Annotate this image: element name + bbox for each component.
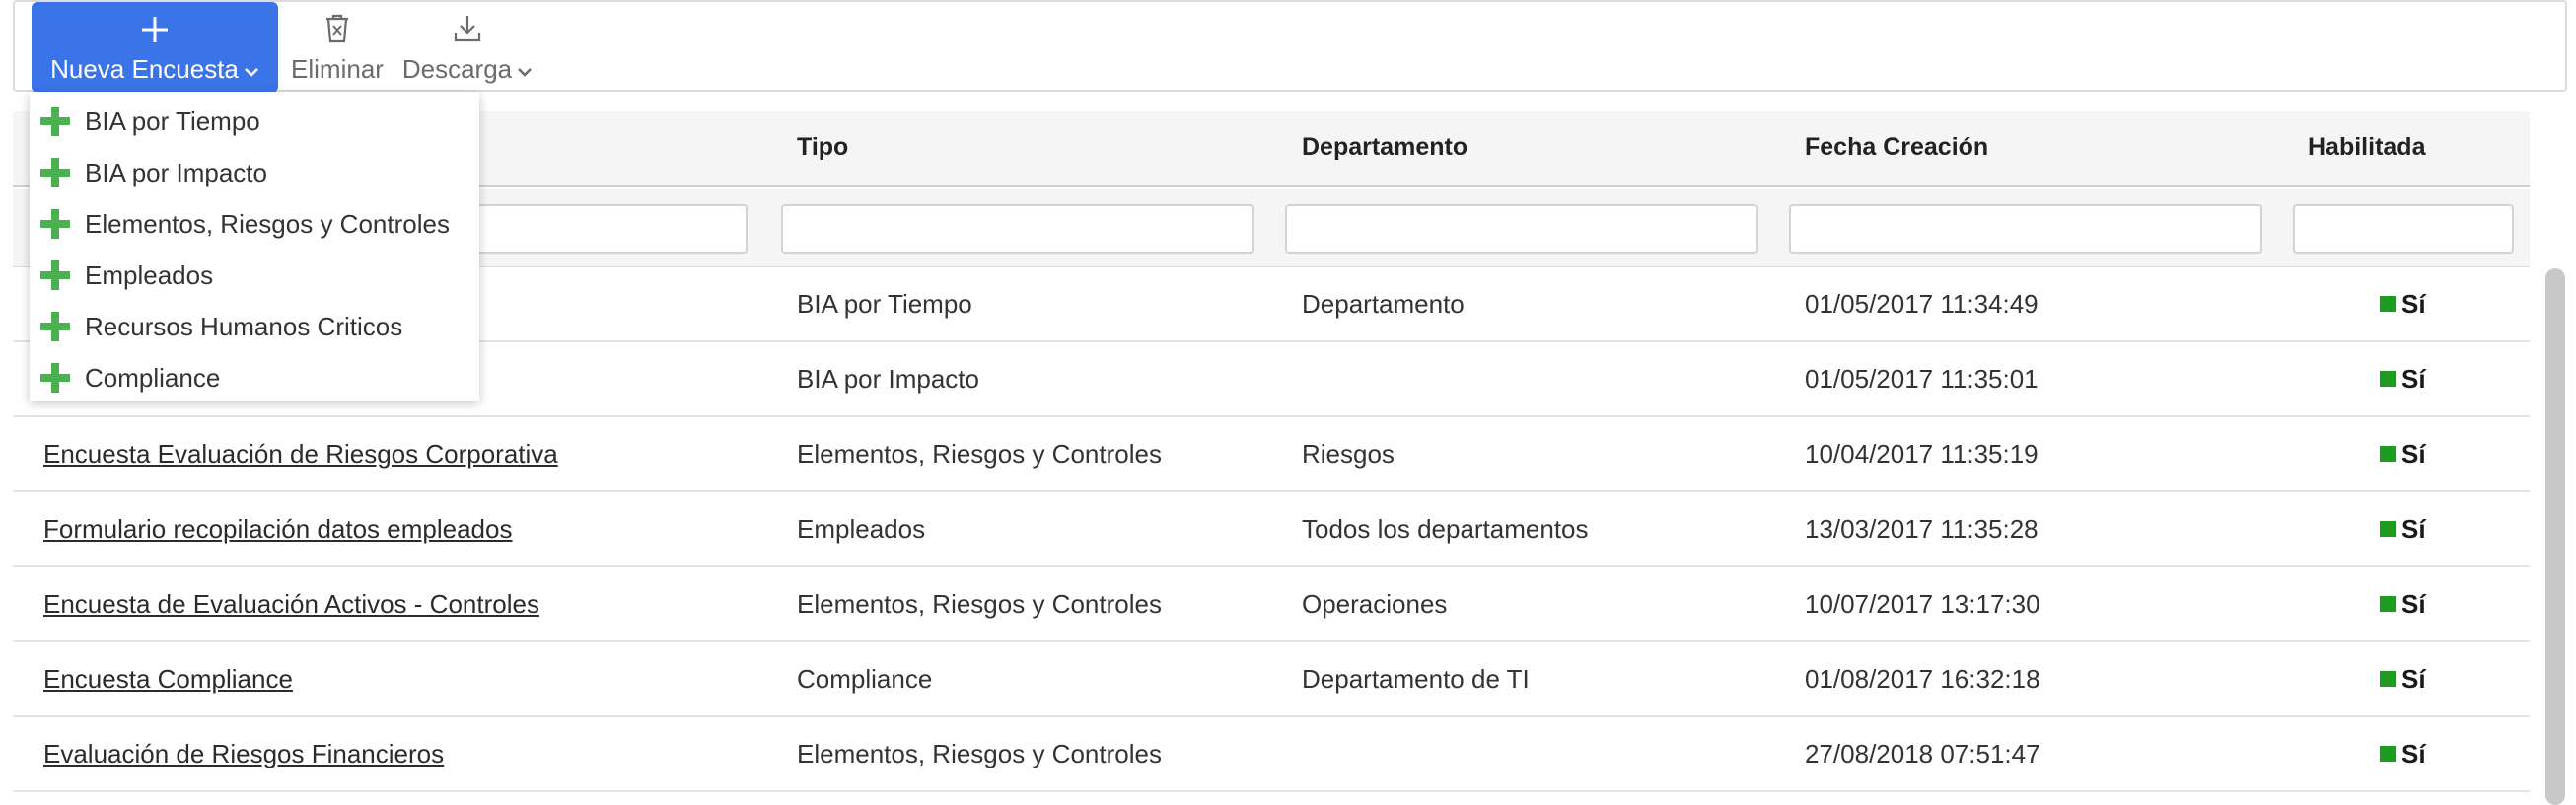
- cell-fecha: 27/08/2018 07:51:47: [1805, 738, 2040, 768]
- new-survey-button[interactable]: Nueva Encuesta: [32, 2, 278, 93]
- survey-name-link[interactable]: Encuesta Compliance: [43, 642, 293, 715]
- menu-item-label: BIA por Impacto: [85, 157, 267, 187]
- cell-fecha: 01/05/2017 11:35:01: [1805, 363, 2039, 394]
- table-row[interactable]: Formulario recopilación datos empleados …: [13, 492, 2530, 567]
- menu-item-label: BIA por Tiempo: [85, 106, 260, 136]
- enabled-status: Sí: [2380, 717, 2426, 790]
- green-square-icon: [2380, 521, 2396, 537]
- survey-name-link[interactable]: Formulario recopilación datos empleados: [43, 492, 512, 565]
- cell-departamento: Departamento de TI: [1302, 663, 1530, 694]
- header-tipo[interactable]: Tipo: [797, 133, 848, 162]
- enabled-status: Sí: [2380, 342, 2426, 415]
- trash-icon: [326, 14, 348, 43]
- green-square-icon: [2380, 746, 2396, 762]
- green-square-icon: [2380, 371, 2396, 387]
- enabled-status: Sí: [2380, 267, 2426, 340]
- menu-item-label: Empleados: [85, 259, 214, 290]
- filter-departamento-input[interactable]: [1285, 204, 1758, 254]
- cell-fecha: 01/08/2017 16:32:18: [1805, 663, 2040, 694]
- cell-departamento: Todos los departamentos: [1302, 513, 1589, 544]
- new-survey-label: Nueva Encuesta: [50, 54, 239, 84]
- menu-item-empleados[interactable]: Empleados: [30, 250, 479, 301]
- enabled-label: Sí: [2401, 438, 2426, 469]
- green-square-icon: [2380, 296, 2396, 312]
- cell-departamento: Departamento: [1302, 288, 1465, 319]
- cell-tipo: BIA por Impacto: [797, 363, 979, 394]
- download-icon: [454, 16, 481, 42]
- cell-fecha: 10/04/2017 11:35:19: [1805, 438, 2039, 469]
- green-square-icon: [2380, 446, 2396, 462]
- cell-tipo: Elementos, Riesgos y Controles: [797, 438, 1162, 469]
- green-plus-icon: [40, 158, 70, 187]
- cell-tipo: Elementos, Riesgos y Controles: [797, 588, 1162, 619]
- header-departamento[interactable]: Departamento: [1302, 133, 1467, 162]
- green-plus-icon: [40, 107, 70, 136]
- menu-item-label: Compliance: [85, 362, 221, 393]
- enabled-label: Sí: [2401, 363, 2426, 394]
- table-row[interactable]: Evaluación de Riesgos Financieros Elemen…: [13, 717, 2530, 792]
- menu-item-bia-tiempo[interactable]: BIA por Tiempo: [30, 96, 479, 147]
- cell-tipo: BIA por Tiempo: [797, 288, 972, 319]
- enabled-label: Sí: [2401, 588, 2426, 619]
- enabled-status: Sí: [2380, 567, 2426, 640]
- green-plus-icon: [40, 312, 70, 341]
- enabled-label: Sí: [2401, 513, 2426, 544]
- new-survey-dropdown-menu: BIA por Tiempo BIA por Impacto Elementos…: [30, 92, 479, 401]
- green-square-icon: [2380, 596, 2396, 612]
- cell-fecha: 13/03/2017 11:35:28: [1805, 513, 2039, 544]
- cell-tipo: Compliance: [797, 663, 933, 694]
- green-square-icon: [2380, 671, 2396, 687]
- enabled-status: Sí: [2380, 492, 2426, 565]
- vertical-scrollbar[interactable]: [2545, 268, 2565, 805]
- download-button[interactable]: Descarga: [394, 2, 541, 93]
- cell-departamento: Riesgos: [1302, 438, 1395, 469]
- header-habilitada[interactable]: Habilitada: [2308, 133, 2425, 162]
- delete-label: Eliminar: [291, 54, 384, 84]
- menu-item-elementos-riesgos-controles[interactable]: Elementos, Riesgos y Controles: [30, 198, 479, 250]
- menu-item-bia-impacto[interactable]: BIA por Impacto: [30, 147, 479, 198]
- chevron-down-icon: [518, 67, 533, 77]
- menu-item-label: Elementos, Riesgos y Controles: [85, 208, 450, 239]
- enabled-label: Sí: [2401, 663, 2426, 694]
- filter-tipo-input[interactable]: [781, 204, 1254, 254]
- survey-name-link[interactable]: Evaluación de Riesgos Financieros: [43, 717, 444, 790]
- cell-fecha: 10/07/2017 13:17:30: [1805, 588, 2040, 619]
- cell-departamento: Operaciones: [1302, 588, 1448, 619]
- enabled-label: Sí: [2401, 288, 2426, 319]
- survey-name-link[interactable]: Encuesta Evaluación de Riesgos Corporati…: [43, 417, 558, 490]
- filter-habilitada-input[interactable]: [2293, 204, 2514, 254]
- survey-name-link[interactable]: Encuesta de Evaluación Activos - Control…: [43, 567, 539, 640]
- green-plus-icon: [40, 260, 70, 290]
- download-label: Descarga: [401, 54, 513, 84]
- menu-item-recursos-humanos-criticos[interactable]: Recursos Humanos Criticos: [30, 301, 479, 352]
- enabled-label: Sí: [2401, 738, 2426, 768]
- filter-fecha-input[interactable]: [1789, 204, 2262, 254]
- table-row[interactable]: Encuesta de Evaluación Activos - Control…: [13, 567, 2530, 642]
- delete-button[interactable]: Eliminar: [283, 2, 392, 93]
- plus-icon: [142, 17, 168, 42]
- green-plus-icon: [40, 363, 70, 393]
- cell-tipo: Elementos, Riesgos y Controles: [797, 738, 1162, 768]
- chevron-down-icon: [245, 67, 258, 77]
- header-fecha[interactable]: Fecha Creación: [1805, 133, 1988, 162]
- enabled-status: Sí: [2380, 417, 2426, 490]
- menu-item-compliance[interactable]: Compliance: [30, 352, 479, 403]
- menu-item-label: Recursos Humanos Criticos: [85, 311, 403, 341]
- table-row[interactable]: Encuesta Evaluación de Riesgos Corporati…: [13, 417, 2530, 492]
- cell-fecha: 01/05/2017 11:34:49: [1805, 288, 2039, 319]
- enabled-status: Sí: [2380, 642, 2426, 715]
- toolbar: Nueva Encuesta Eliminar Descarga: [13, 0, 2567, 93]
- cell-tipo: Empleados: [797, 513, 926, 544]
- table-row[interactable]: Encuesta Compliance Compliance Departame…: [13, 642, 2530, 717]
- green-plus-icon: [40, 209, 70, 239]
